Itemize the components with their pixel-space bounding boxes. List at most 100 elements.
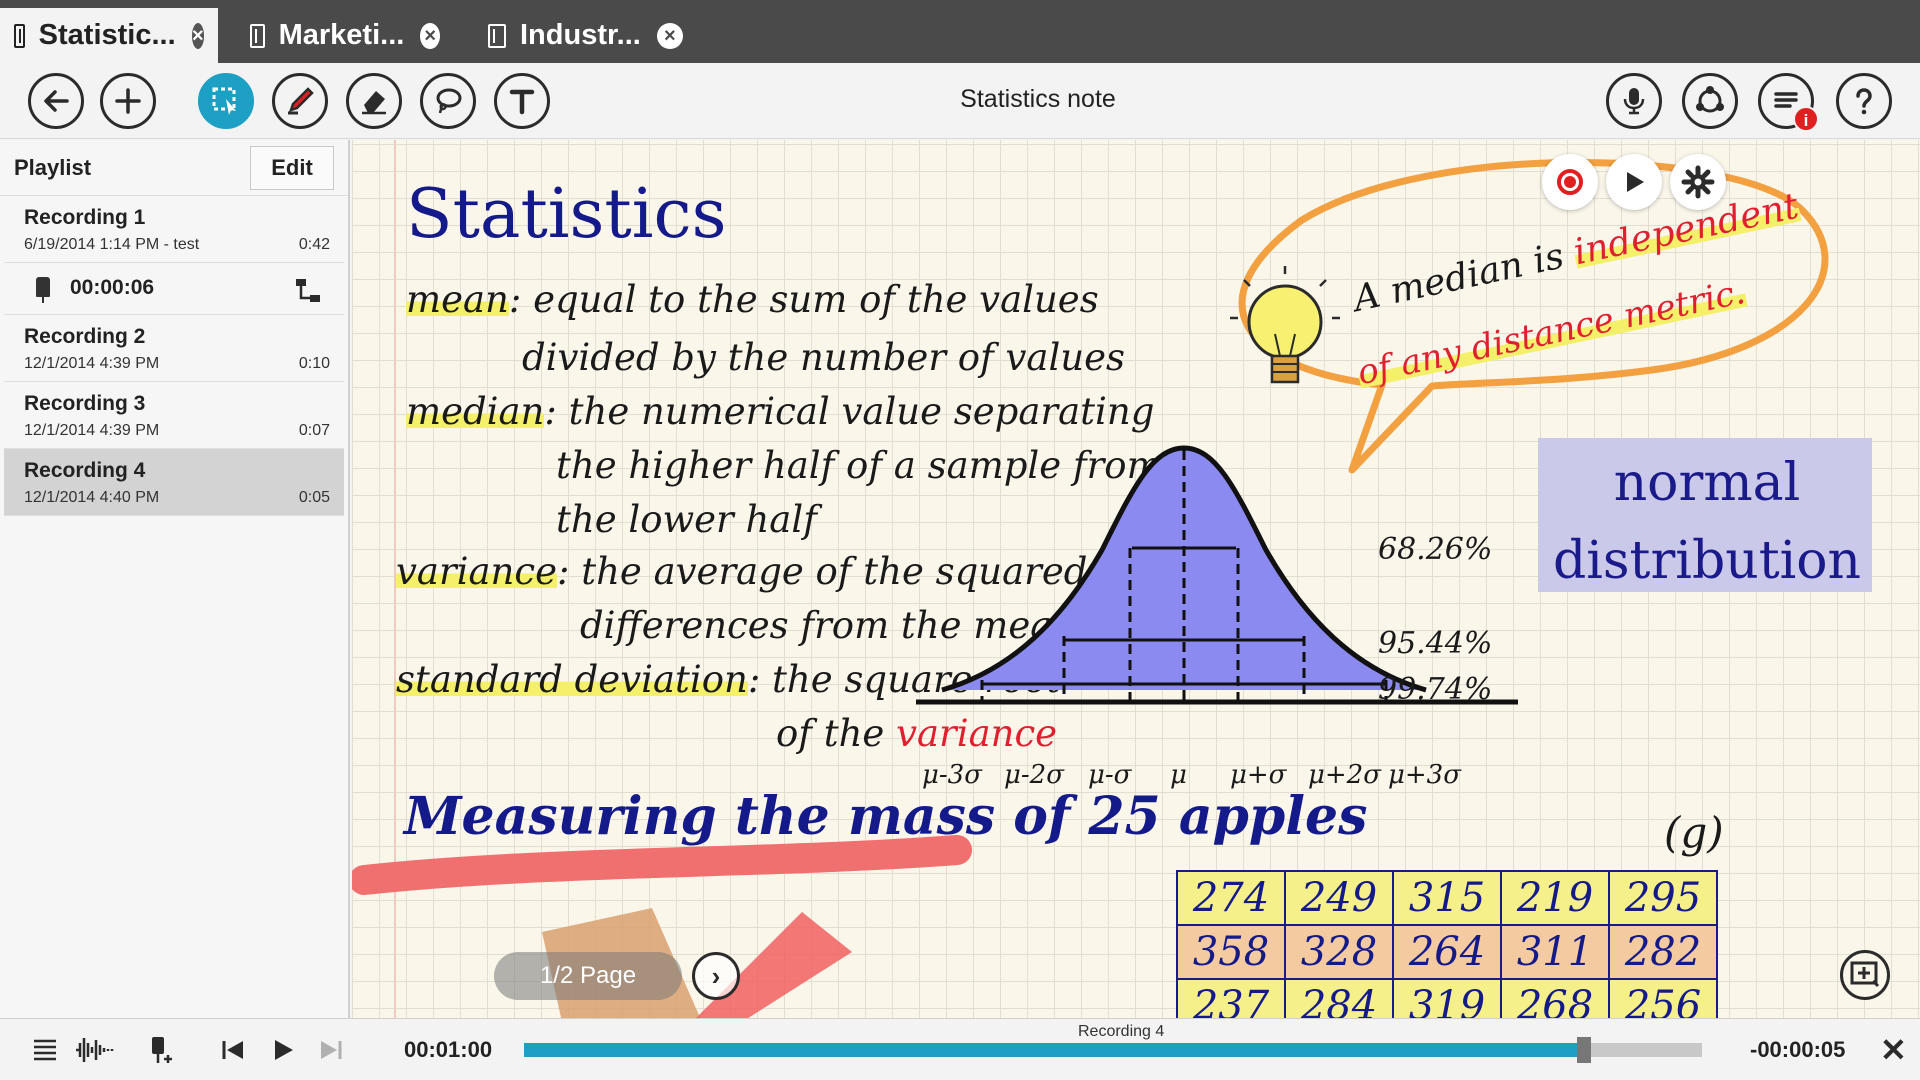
pct-68: 68.26% [1378,532,1493,567]
median-term: median [406,390,545,433]
table-cell: 264 [1392,924,1502,980]
table-cell: 219 [1500,870,1610,926]
close-player-icon[interactable]: ✕ [1880,1031,1907,1069]
variance-term: variance [396,550,557,593]
recording-duration: 0:42 [298,236,330,253]
floating-recorder [1542,154,1726,224]
eraser-tool-button[interactable] [346,73,402,129]
help-icon [1856,88,1872,115]
chevron-right-icon: › [711,960,721,991]
share-button[interactable] [1682,73,1738,129]
selection-tool-icon [212,87,236,115]
sd-text-2a: of the [776,712,885,755]
next-button[interactable] [318,1033,344,1067]
selection-tool-button[interactable] [198,73,254,129]
progress-thumb[interactable] [1577,1037,1592,1063]
progress-bar[interactable] [524,1037,1702,1063]
note-canvas[interactable]: Statistics mean: equal to the sum of the… [352,140,1920,1018]
settings-button[interactable] [1670,154,1726,210]
recording-name: Recording 3 [24,392,146,415]
recording-name: Recording 2 [24,325,146,348]
table-cell: 315 [1392,870,1502,926]
zoom-button[interactable] [1840,950,1890,1000]
previous-button[interactable] [220,1033,246,1067]
distribution-label-2: distribution [1552,531,1862,591]
play-button[interactable] [1606,154,1662,210]
record-icon [1557,169,1583,195]
next-page-button[interactable]: › [692,952,740,1000]
progress-fill [524,1043,1585,1057]
zoom-icon [1850,961,1880,988]
current-time: 00:01:00 [404,1037,493,1062]
notebook-icon [488,23,506,48]
gear-icon [1681,165,1715,199]
table-cell: 328 [1284,924,1394,980]
playlist-header: Playlist Edit [0,140,348,196]
recording-date: 6/19/2014 1:14 PM - test [24,236,200,253]
table-cell: 282 [1608,924,1718,980]
add-bookmark-button[interactable] [148,1033,178,1067]
tab-statistics[interactable]: Statistic... × [0,8,218,63]
add-page-button[interactable] [100,73,156,129]
tab-label: Industr... [520,19,641,51]
pct-99: 99.74% [1378,672,1493,707]
pen-icon [288,87,314,115]
axis-label-p3s: μ+3σ [1388,760,1461,790]
record-button[interactable] [1542,154,1598,210]
eraser-icon [362,91,386,115]
record-audio-button[interactable] [1606,73,1662,129]
table-cell: 358 [1176,924,1286,980]
page-indicator: 1/2 Page [494,952,682,1000]
tab-marketing[interactable]: Marketi... × [236,8,454,63]
close-tab-icon[interactable]: × [420,22,440,49]
toolbar: Statistics note i [0,63,1920,139]
add-bookmark-icon [152,1037,172,1063]
table-cell: 268 [1500,978,1610,1018]
table-cell: 319 [1392,978,1502,1018]
table-cell: 256 [1608,978,1718,1018]
edit-playlist-button[interactable]: Edit [250,146,334,190]
share-icon [1696,86,1724,113]
tab-industry[interactable]: Industr... × [474,8,698,63]
note-heading: Statistics [406,175,727,254]
notification-badge: i [1793,106,1819,132]
close-tab-icon[interactable]: × [191,22,204,49]
recording-date: 12/1/2014 4:40 PM [24,489,160,506]
playlist-title: Playlist [14,155,92,180]
bookmark-row[interactable]: 00:00:06 [4,263,344,315]
tab-label: Statistic... [38,19,176,51]
close-tab-icon[interactable]: × [656,22,683,49]
recording-duration: 0:10 [298,355,330,372]
hierarchy-icon[interactable] [294,277,322,305]
skip-back-icon [222,1041,243,1059]
back-button[interactable] [28,73,84,129]
menu-button[interactable]: i [1758,73,1819,132]
lasso-tool-button[interactable] [420,73,476,129]
recording-name: Recording 4 [24,459,146,482]
recording-item-2[interactable]: Recording 2 12/1/2014 4:39 PM 0:10 [4,315,344,382]
median-text-3: the lower half [556,498,817,541]
recording-date: 12/1/2014 4:39 PM [24,355,160,372]
recording-item-4[interactable]: Recording 4 12/1/2014 4:40 PM 0:05 [4,449,344,516]
play-pause-button[interactable] [270,1033,296,1067]
play-icon [1627,172,1644,192]
back-arrow-icon [44,90,69,112]
bookmark-pin-icon [36,277,50,303]
tab-label: Marketi... [278,19,405,51]
lasso-icon [436,88,462,114]
pct-95: 95.44% [1378,626,1493,661]
help-button[interactable] [1836,73,1892,129]
mean-text-2: divided by the number of values [522,336,1126,379]
list-icon [34,1039,56,1061]
recording-item-1[interactable]: Recording 1 6/19/2014 1:14 PM - test 0:4… [4,196,344,263]
playlist-toggle-button[interactable] [28,1033,62,1067]
notebook-icon [250,23,265,48]
recording-item-3[interactable]: Recording 3 12/1/2014 4:39 PM 0:07 [4,382,344,449]
recording-duration: 0:07 [298,422,330,439]
pen-tool-button[interactable] [272,73,328,129]
distribution-label-1: normal [1613,453,1801,513]
text-tool-button[interactable] [494,73,550,129]
waveform-button[interactable] [72,1033,118,1067]
tab-bar: Statistic... × Marketi... × Industr... × [0,0,1920,63]
median-definition: median: the numerical value separating [406,390,1154,433]
